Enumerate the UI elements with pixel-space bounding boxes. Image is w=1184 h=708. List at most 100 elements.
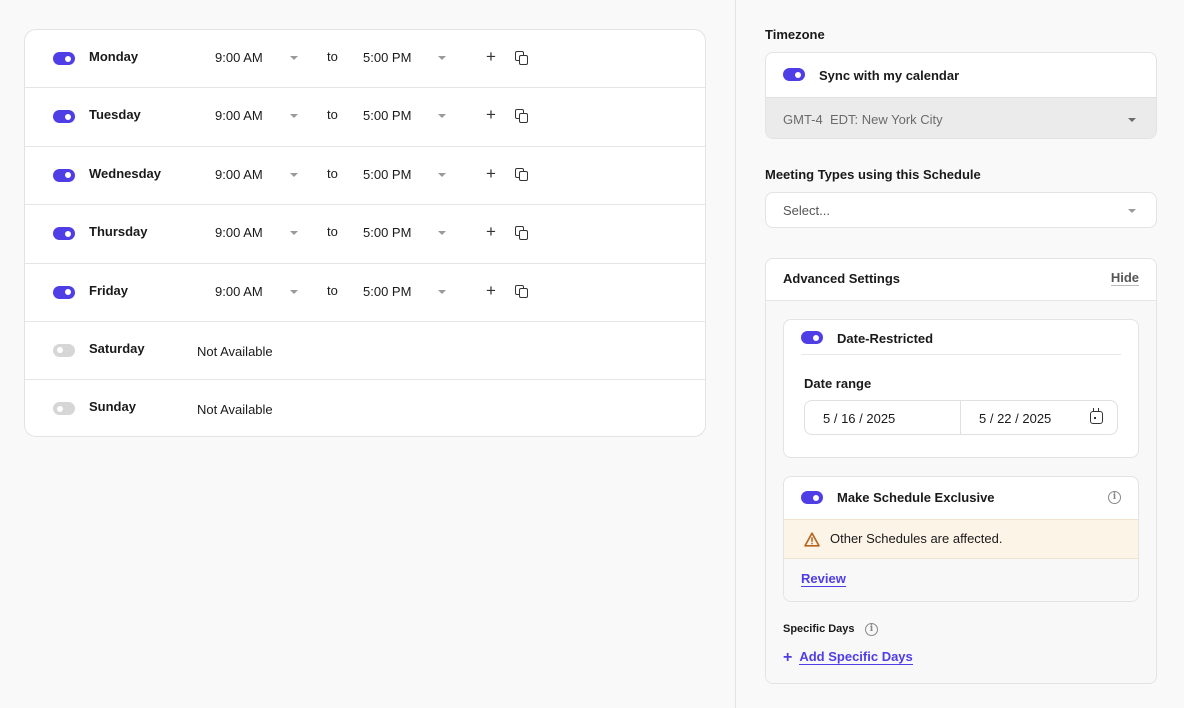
divider	[801, 354, 1121, 355]
exclusive-schedule-card: Make Schedule Exclusive i Other Schedule…	[783, 476, 1139, 602]
toggle-friday[interactable]	[53, 285, 75, 299]
exclusive-schedule-toggle[interactable]	[801, 491, 823, 504]
copy-icon[interactable]	[515, 284, 528, 299]
timezone-card: Sync with my calendar GMT-4 EDT: New Yor…	[765, 52, 1157, 139]
copy-icon[interactable]	[515, 51, 528, 65]
toggle-monday[interactable]	[53, 52, 75, 65]
date-restricted-toggle[interactable]	[801, 331, 823, 344]
advanced-settings-body: Date-Restricted Date range 5 / 16 / 2025…	[766, 301, 1156, 683]
to-label: to	[327, 224, 338, 240]
add-interval-icon[interactable]: +	[486, 105, 496, 125]
to-label: to	[327, 107, 338, 123]
add-interval-icon[interactable]: +	[486, 281, 496, 301]
not-available-label: Not Available	[197, 402, 273, 418]
timezone-label: Timezone	[765, 27, 825, 42]
day-row-tuesday: Tuesday 9:00 AM to 5:00 PM +	[25, 88, 705, 147]
sync-calendar-toggle[interactable]	[783, 68, 805, 81]
date-range-label: Date range	[804, 376, 872, 391]
panel-divider	[735, 0, 736, 708]
chevron-down-icon[interactable]	[438, 289, 446, 294]
day-label: Friday	[89, 282, 129, 298]
specific-days-label: Specific Days	[783, 623, 855, 635]
chevron-down-icon[interactable]	[438, 231, 446, 236]
day-row-thursday: Thursday 9:00 AM to 5:00 PM +	[25, 205, 705, 264]
timezone-value: GMT-4 EDT: New York City	[783, 112, 943, 127]
start-time-select[interactable]: 9:00 AM	[215, 108, 263, 123]
info-icon[interactable]: i	[865, 623, 878, 636]
start-time-select[interactable]: 9:00 AM	[215, 50, 263, 65]
advanced-settings-card: Advanced Settings Hide Date-Restricted D…	[765, 258, 1157, 684]
toggle-saturday[interactable]	[53, 343, 75, 357]
day-label: Thursday	[89, 224, 148, 240]
day-row-wednesday: Wednesday 9:00 AM to 5:00 PM +	[25, 147, 705, 206]
chevron-down-icon[interactable]	[438, 56, 446, 60]
chevron-down-icon[interactable]	[290, 231, 298, 236]
date-range-picker[interactable]: 5 / 16 / 2025 5 / 22 / 2025	[804, 400, 1118, 435]
timezone-select[interactable]: GMT-4 EDT: New York City	[766, 97, 1156, 138]
chevron-down-icon	[1128, 209, 1136, 213]
add-specific-days-button[interactable]: + Add Specific Days	[783, 649, 913, 667]
end-time-select[interactable]: 5:00 PM	[363, 167, 411, 182]
review-link[interactable]: Review	[801, 571, 846, 587]
day-row-friday: Friday 9:00 AM to 5:00 PM +	[25, 264, 705, 322]
day-label: Monday	[89, 49, 139, 64]
info-icon[interactable]: i	[1108, 491, 1121, 504]
plus-icon: +	[783, 649, 793, 666]
start-time-select[interactable]: 9:00 AM	[215, 225, 263, 240]
add-interval-icon[interactable]: +	[486, 47, 496, 67]
to-label: to	[327, 282, 338, 298]
chevron-down-icon[interactable]	[290, 114, 298, 119]
day-label: Wednesday	[89, 165, 162, 181]
date-restricted-label: Date-Restricted	[837, 331, 934, 346]
date-restricted-card: Date-Restricted Date range 5 / 16 / 2025…	[783, 319, 1139, 458]
warning-icon	[804, 532, 820, 547]
end-time-select[interactable]: 5:00 PM	[363, 108, 411, 123]
to-label: to	[327, 49, 338, 64]
end-time-select[interactable]: 5:00 PM	[363, 284, 411, 299]
chevron-down-icon[interactable]	[290, 56, 298, 60]
weekly-schedule: Monday 9:00 AM to 5:00 PM + Tuesday 9:00…	[24, 29, 706, 437]
toggle-wednesday[interactable]	[53, 168, 75, 182]
warning-banner: Other Schedules are affected.	[784, 519, 1138, 559]
to-label: to	[327, 165, 338, 181]
chevron-down-icon	[1128, 118, 1136, 122]
sync-calendar-label: Sync with my calendar	[819, 68, 960, 83]
start-time-select[interactable]: 9:00 AM	[215, 167, 263, 182]
end-date-input[interactable]: 5 / 22 / 2025	[979, 411, 1051, 426]
end-time-select[interactable]: 5:00 PM	[363, 50, 411, 65]
toggle-tuesday[interactable]	[53, 110, 75, 124]
day-label: Saturday	[89, 340, 145, 356]
calendar-icon[interactable]	[1090, 408, 1103, 424]
hide-button[interactable]: Hide	[1110, 270, 1139, 286]
start-date-input[interactable]: 5 / 16 / 2025	[823, 411, 895, 426]
not-available-label: Not Available	[197, 343, 273, 359]
toggle-thursday[interactable]	[53, 227, 75, 241]
day-row-monday: Monday 9:00 AM to 5:00 PM +	[25, 30, 705, 89]
chevron-down-icon[interactable]	[438, 172, 446, 177]
chevron-down-icon[interactable]	[290, 172, 298, 177]
end-time-select[interactable]: 5:00 PM	[363, 225, 411, 240]
add-specific-days-label: Add Specific Days	[799, 649, 913, 665]
add-interval-icon[interactable]: +	[486, 222, 496, 242]
meeting-types-placeholder: Select...	[783, 203, 830, 218]
review-area: Review	[784, 559, 1138, 601]
advanced-settings-header: Advanced Settings Hide	[766, 259, 1156, 301]
day-label: Sunday	[89, 399, 136, 415]
copy-icon[interactable]	[515, 167, 528, 182]
chevron-down-icon[interactable]	[290, 289, 298, 294]
add-interval-icon[interactable]: +	[486, 164, 496, 184]
copy-icon[interactable]	[515, 226, 528, 240]
start-time-select[interactable]: 9:00 AM	[215, 284, 263, 299]
meeting-types-select[interactable]: Select...	[765, 192, 1157, 228]
chevron-down-icon[interactable]	[438, 114, 446, 119]
day-row-saturday: Saturday Not Available	[25, 322, 705, 381]
day-label: Tuesday	[89, 107, 141, 123]
divider	[960, 401, 961, 434]
advanced-settings-title: Advanced Settings	[783, 271, 901, 286]
exclusive-schedule-label: Make Schedule Exclusive	[837, 490, 995, 505]
meeting-types-label: Meeting Types using this Schedule	[765, 167, 981, 182]
toggle-sunday[interactable]	[53, 402, 75, 416]
copy-icon[interactable]	[515, 109, 528, 123]
warning-text: Other Schedules are affected.	[830, 531, 1003, 546]
day-row-sunday: Sunday Not Available	[25, 380, 705, 436]
